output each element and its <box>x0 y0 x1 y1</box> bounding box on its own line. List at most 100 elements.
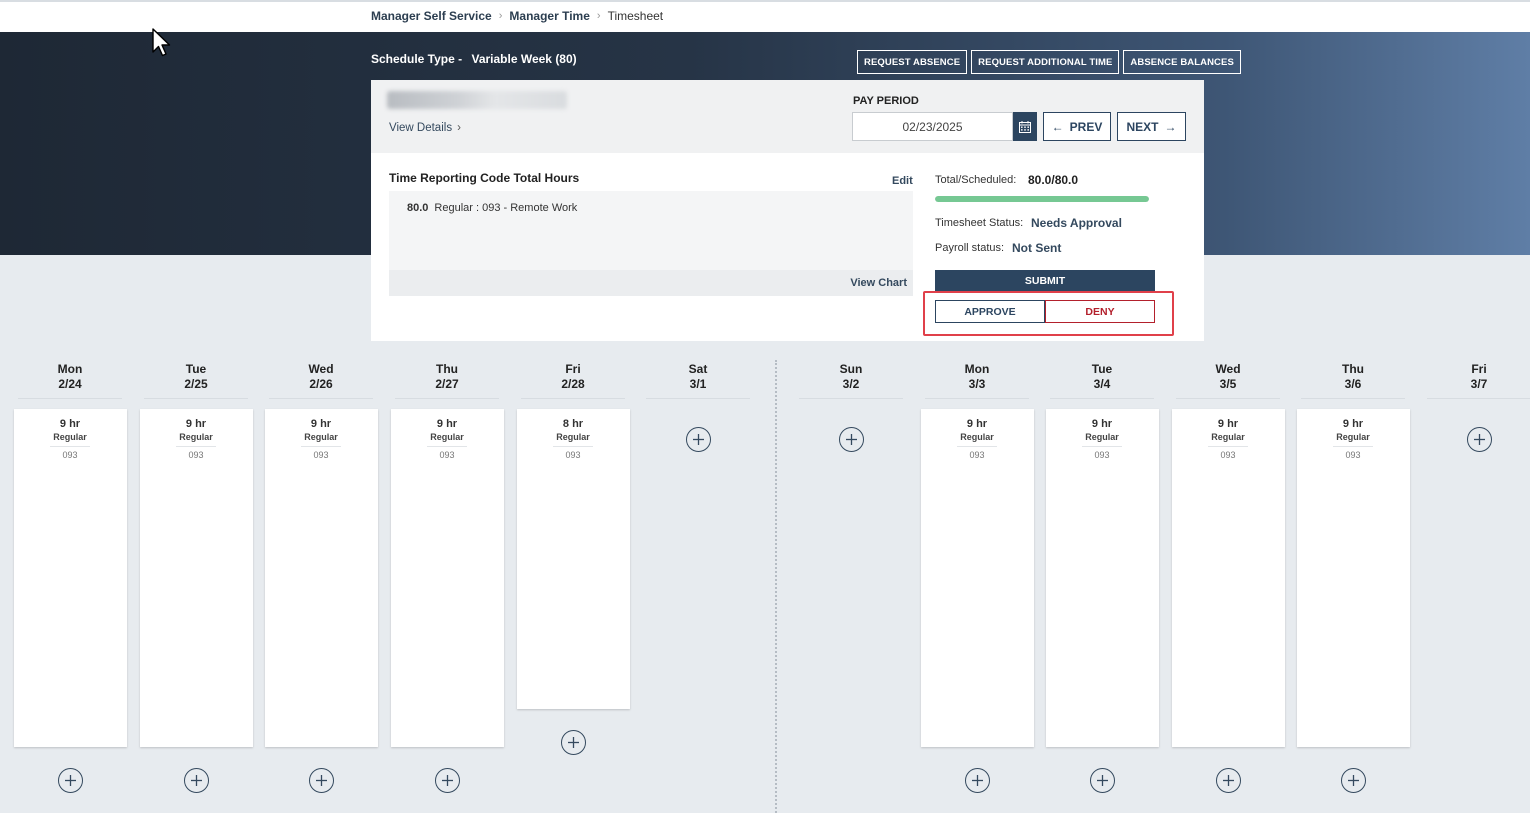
entry-code: 093 <box>1094 450 1110 460</box>
view-details-label: View Details <box>389 122 453 134</box>
trc-footer: View Chart <box>389 270 913 296</box>
add-time-button[interactable] <box>1466 427 1492 452</box>
day-date: 3/2 <box>842 377 860 391</box>
deny-button[interactable]: DENY <box>1045 300 1155 323</box>
entry-trc: Regular <box>1211 432 1245 442</box>
time-entry-card[interactable]: 9 hr Regular 093 <box>1296 409 1410 747</box>
entry-hours: 9 hr <box>59 418 81 430</box>
chevron-right-icon: › <box>498 10 503 22</box>
add-time-button[interactable] <box>183 768 209 793</box>
employee-name-redacted <box>387 91 567 109</box>
add-time-button[interactable] <box>560 730 586 755</box>
entry-hours: 8 hr <box>562 418 584 430</box>
entry-separator <box>176 446 216 447</box>
breadcrumb: Manager Self Service › Manager Time › Ti… <box>371 9 663 23</box>
day-date: 2/27 <box>435 377 459 391</box>
day-date: 2/25 <box>184 377 208 391</box>
time-entry-card[interactable]: 9 hr Regular 093 <box>139 409 253 747</box>
day-date: 3/3 <box>968 377 986 391</box>
arrow-right-icon: → <box>1164 119 1177 134</box>
day-name: Mon <box>57 362 83 376</box>
add-time-button[interactable] <box>685 427 711 452</box>
add-time-button[interactable] <box>1340 768 1366 793</box>
day-header: Tue 2/25 <box>144 362 248 399</box>
request-absence-button[interactable]: REQUEST ABSENCE <box>857 50 968 74</box>
entry-trc: Regular <box>1085 432 1119 442</box>
prev-label: PREV <box>1069 119 1103 134</box>
breadcrumb-current: Timesheet <box>607 9 664 23</box>
breadcrumb-manager-self-service[interactable]: Manager Self Service <box>371 9 492 23</box>
view-details-link[interactable]: View Details › <box>389 122 461 134</box>
timesheet-card: View Details › PAY PERIOD ← PREV NEXT → T… <box>371 80 1204 341</box>
day-header: Wed 3/5 <box>1176 362 1280 399</box>
entry-code: 093 <box>188 450 204 460</box>
day-header: Thu 3/6 <box>1301 362 1405 399</box>
add-time-button[interactable] <box>964 768 990 793</box>
chevron-right-icon: › <box>596 10 601 22</box>
plus-icon <box>567 737 579 748</box>
view-chart-link[interactable]: View Chart <box>850 277 907 289</box>
pay-period-label: PAY PERIOD <box>853 95 919 107</box>
day-name: Fri <box>565 362 581 376</box>
time-entry-card[interactable]: 8 hr Regular 093 <box>516 409 630 709</box>
plus-icon <box>64 775 76 786</box>
day-name: Wed <box>308 362 334 376</box>
edit-link[interactable]: Edit <box>892 175 913 187</box>
add-time-button[interactable] <box>434 768 460 793</box>
absence-balances-button[interactable]: ABSENCE BALANCES <box>1123 50 1241 74</box>
plus-icon <box>190 775 202 786</box>
day-header: Mon 2/24 <box>18 362 122 399</box>
trc-description: Regular : 093 - Remote Work <box>434 202 578 214</box>
entry-hours: 9 hr <box>436 418 458 430</box>
entry-separator <box>301 446 341 447</box>
entry-trc: Regular <box>960 432 994 442</box>
day-date: 3/4 <box>1093 377 1111 391</box>
time-entry-card[interactable]: 9 hr Regular 093 <box>264 409 378 747</box>
day-header: Mon 3/3 <box>925 362 1029 399</box>
add-time-button[interactable] <box>57 768 83 793</box>
plus-icon <box>1347 775 1359 786</box>
day-header: Sat 3/1 <box>646 362 750 399</box>
entry-code: 093 <box>62 450 78 460</box>
time-entry-card[interactable]: 9 hr Regular 093 <box>1171 409 1285 747</box>
entry-code: 093 <box>1345 450 1361 460</box>
next-label: NEXT <box>1126 119 1159 134</box>
day-name: Tue <box>1091 362 1113 376</box>
plus-icon <box>1473 434 1485 445</box>
submit-button[interactable]: SUBMIT <box>935 270 1155 292</box>
hours-progress-bar <box>935 196 1149 202</box>
add-time-button[interactable] <box>1215 768 1241 793</box>
calendar-button[interactable] <box>1013 112 1037 141</box>
day-header: Fri 3/7 <box>1427 362 1530 399</box>
time-entry-card[interactable]: 9 hr Regular 093 <box>390 409 504 747</box>
hours-progress-fill <box>935 196 1149 202</box>
time-entry-card[interactable]: 9 hr Regular 093 <box>13 409 127 747</box>
entry-code: 093 <box>969 450 985 460</box>
request-additional-time-button[interactable]: REQUEST ADDITIONAL TIME <box>971 50 1120 74</box>
day-header: Tue 3/4 <box>1050 362 1154 399</box>
top-bar: Manager Self Service › Manager Time › Ti… <box>0 0 1530 32</box>
time-entry-card[interactable]: 9 hr Regular 093 <box>920 409 1034 747</box>
entry-trc: Regular <box>53 432 87 442</box>
day-date: 3/6 <box>1344 377 1362 391</box>
day-date: 3/7 <box>1470 377 1488 391</box>
breadcrumb-manager-time[interactable]: Manager Time <box>509 9 589 23</box>
next-button[interactable]: NEXT → <box>1117 112 1186 141</box>
entry-hours: 9 hr <box>1091 418 1113 430</box>
add-time-button[interactable] <box>838 427 864 452</box>
day-date: 3/5 <box>1219 377 1237 391</box>
add-time-button[interactable] <box>308 768 334 793</box>
pay-period-date-input[interactable] <box>852 112 1013 141</box>
trc-row: 80.0 Regular : 093 - Remote Work <box>407 202 577 214</box>
time-entry-card[interactable]: 9 hr Regular 093 <box>1045 409 1159 747</box>
mouse-cursor-icon <box>152 28 171 57</box>
entry-code: 093 <box>1220 450 1236 460</box>
payroll-status-label: Payroll status: <box>935 242 1005 254</box>
prev-button[interactable]: ← PREV <box>1043 112 1111 141</box>
day-name: Sat <box>688 362 708 376</box>
add-time-button[interactable] <box>1089 768 1115 793</box>
approve-button[interactable]: APPROVE <box>935 300 1045 323</box>
arrow-left-icon: ← <box>1051 119 1064 134</box>
entry-code: 093 <box>565 450 581 460</box>
entry-separator <box>427 446 467 447</box>
